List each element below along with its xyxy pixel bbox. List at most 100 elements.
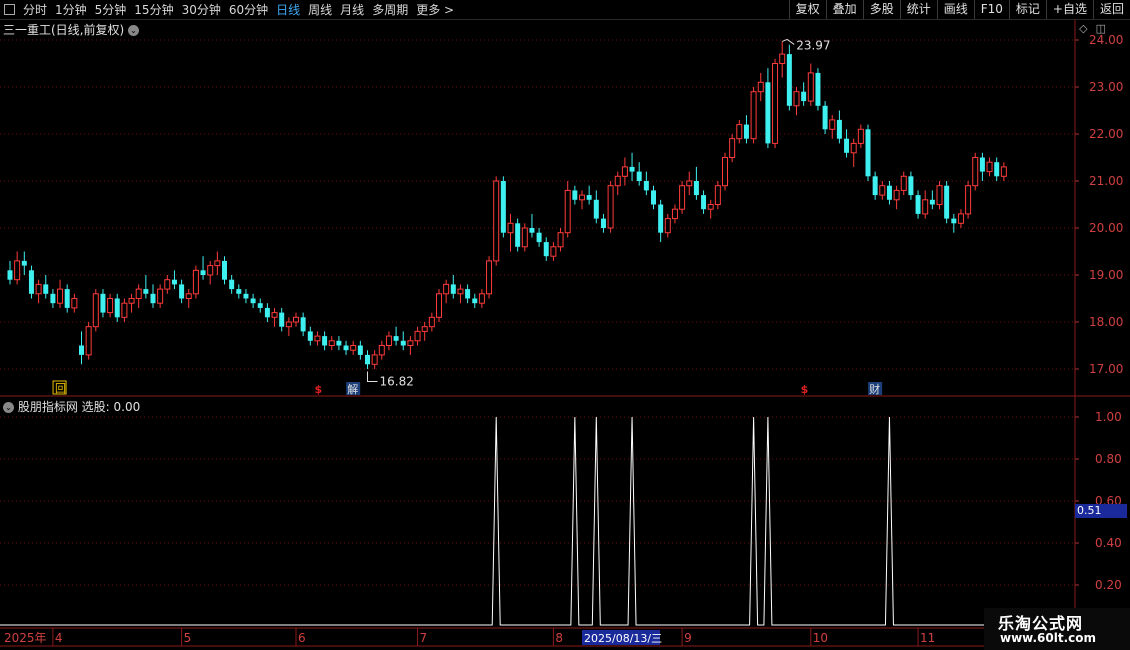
candle-body-down [815, 72, 821, 106]
candle-body-down [836, 119, 842, 139]
func-button-2[interactable]: 多股 [862, 0, 900, 19]
candle-body-up [71, 298, 78, 309]
candle-body-up [757, 81, 764, 93]
candle-body-up [107, 298, 114, 314]
candle-body-down [693, 181, 699, 196]
candle-body-up [378, 345, 385, 356]
func-button-1[interactable]: 叠加 [825, 0, 863, 19]
candle-body-up [850, 142, 857, 154]
candle-body-up [550, 246, 557, 257]
chart-corner-icons: ◇ ◫ [1079, 22, 1106, 35]
candle-body-up [607, 185, 614, 229]
kline-chart[interactable]: 24.00 23.00 22.00 21.00 20.00 19.00 18.00 17.00… [0, 0, 1130, 650]
price-tick-label: 24.00 [1089, 33, 1123, 47]
candle-body-down [944, 185, 950, 219]
tab-period-0[interactable]: 分时 [19, 1, 51, 18]
low-pointer [367, 371, 378, 382]
tab-period-5[interactable]: 60分钟 [225, 1, 272, 18]
candle-body-up [664, 218, 671, 234]
candle-body-up [436, 293, 442, 318]
diamond-icon[interactable]: ◇ [1079, 22, 1087, 35]
func-button-6[interactable]: 标记 [1008, 0, 1046, 19]
tab-period-9[interactable]: 多周期 [368, 1, 412, 18]
candle-body-up [493, 180, 500, 262]
candle-body-down [908, 176, 914, 196]
candle-body-up [328, 340, 335, 346]
price-tick-label: 18.00 [1089, 315, 1123, 329]
candle-body-up [793, 91, 800, 107]
tab-period-8[interactable]: 月线 [336, 1, 368, 18]
candle-body-down [150, 293, 156, 304]
func-button-0[interactable]: 复权 [788, 0, 826, 19]
maximize-icon[interactable]: ◫ [1096, 22, 1106, 35]
candle-body-down [951, 218, 957, 224]
candle-body-down [264, 307, 270, 318]
candle-body-up [707, 204, 714, 210]
candle-body-up [207, 265, 214, 276]
tab-period-2[interactable]: 5分钟 [91, 1, 131, 18]
candle-body-down [822, 105, 828, 130]
tab-period-1[interactable]: 1分钟 [51, 1, 91, 18]
event-marker: $ [801, 383, 809, 396]
tab-period-3[interactable]: 15分钟 [130, 1, 177, 18]
event-marker: $ [314, 383, 322, 396]
xaxis-label: 7 [420, 631, 428, 645]
func-button-7[interactable]: +自选 [1045, 0, 1093, 19]
indicator-tick-label: 1.00 [1095, 410, 1122, 424]
tab-period-4[interactable]: 30分钟 [178, 1, 225, 18]
chevron-down-icon[interactable]: ⌄ [3, 402, 14, 413]
candle-body-up [157, 288, 164, 304]
candle-body-down [222, 260, 227, 280]
candle-body-up [443, 283, 450, 295]
candle-body-down [915, 195, 921, 214]
candle-body-up [893, 189, 900, 201]
candle-body-up [714, 185, 721, 205]
candle-body-down [844, 138, 850, 153]
candle-body-up [486, 260, 493, 295]
indicator-value-badge: 0.51 [1075, 504, 1127, 518]
candle-body-down [786, 54, 792, 106]
candle-body-down [651, 190, 656, 205]
func-button-5[interactable]: F10 [973, 0, 1009, 19]
tab-period-10[interactable]: 更多 > [412, 1, 458, 18]
candle-body-up [164, 279, 171, 290]
tab-period-7[interactable]: 周线 [304, 1, 336, 18]
xaxis-label: 8 [555, 631, 563, 645]
event-marker: 回 [55, 382, 66, 395]
indicator-label: 股朋指标网 选股: 0.00 [17, 400, 141, 414]
candle-body-down [529, 228, 535, 233]
func-button-3[interactable]: 统计 [899, 0, 937, 19]
chevron-down-icon[interactable]: ⌄ [128, 25, 140, 36]
candle-body-down [400, 340, 406, 346]
candle-body-down [236, 289, 242, 294]
candle-body-up [879, 185, 886, 196]
xaxis-label: 9 [684, 631, 692, 645]
candle-body-down [357, 345, 363, 355]
candle-body-up [135, 288, 142, 300]
candle-body-up [772, 63, 779, 144]
candle-body-down [229, 279, 235, 290]
price-tick-label: 22.00 [1089, 127, 1123, 141]
candle-body-down [243, 293, 249, 299]
candle-body-down [500, 181, 506, 233]
tab-period-6[interactable]: 日线 [272, 1, 304, 18]
window-icon[interactable] [4, 4, 15, 15]
candle-body-up [807, 72, 814, 102]
candle-body-up [557, 232, 564, 248]
candle-body-up [271, 312, 278, 318]
watermark: 乐淘公式网 www.60lt.com [984, 608, 1130, 650]
candle-body-down [43, 284, 49, 294]
candle-body-down [365, 354, 370, 365]
candle-body-up [285, 321, 292, 328]
candle-body-up [192, 269, 199, 295]
candle-body-up [350, 345, 357, 351]
candle-body-up [972, 157, 979, 187]
candle-body-up [457, 288, 464, 295]
candle-body-up [936, 185, 943, 205]
candle-body-down [994, 162, 1000, 177]
candle-body-down [872, 176, 878, 196]
stock-title: 三一重工(日线,前复权) [3, 23, 125, 37]
func-button-8[interactable]: 返回 [1092, 0, 1130, 19]
xaxis-label: 6 [298, 631, 306, 645]
func-button-4[interactable]: 画线 [936, 0, 974, 19]
